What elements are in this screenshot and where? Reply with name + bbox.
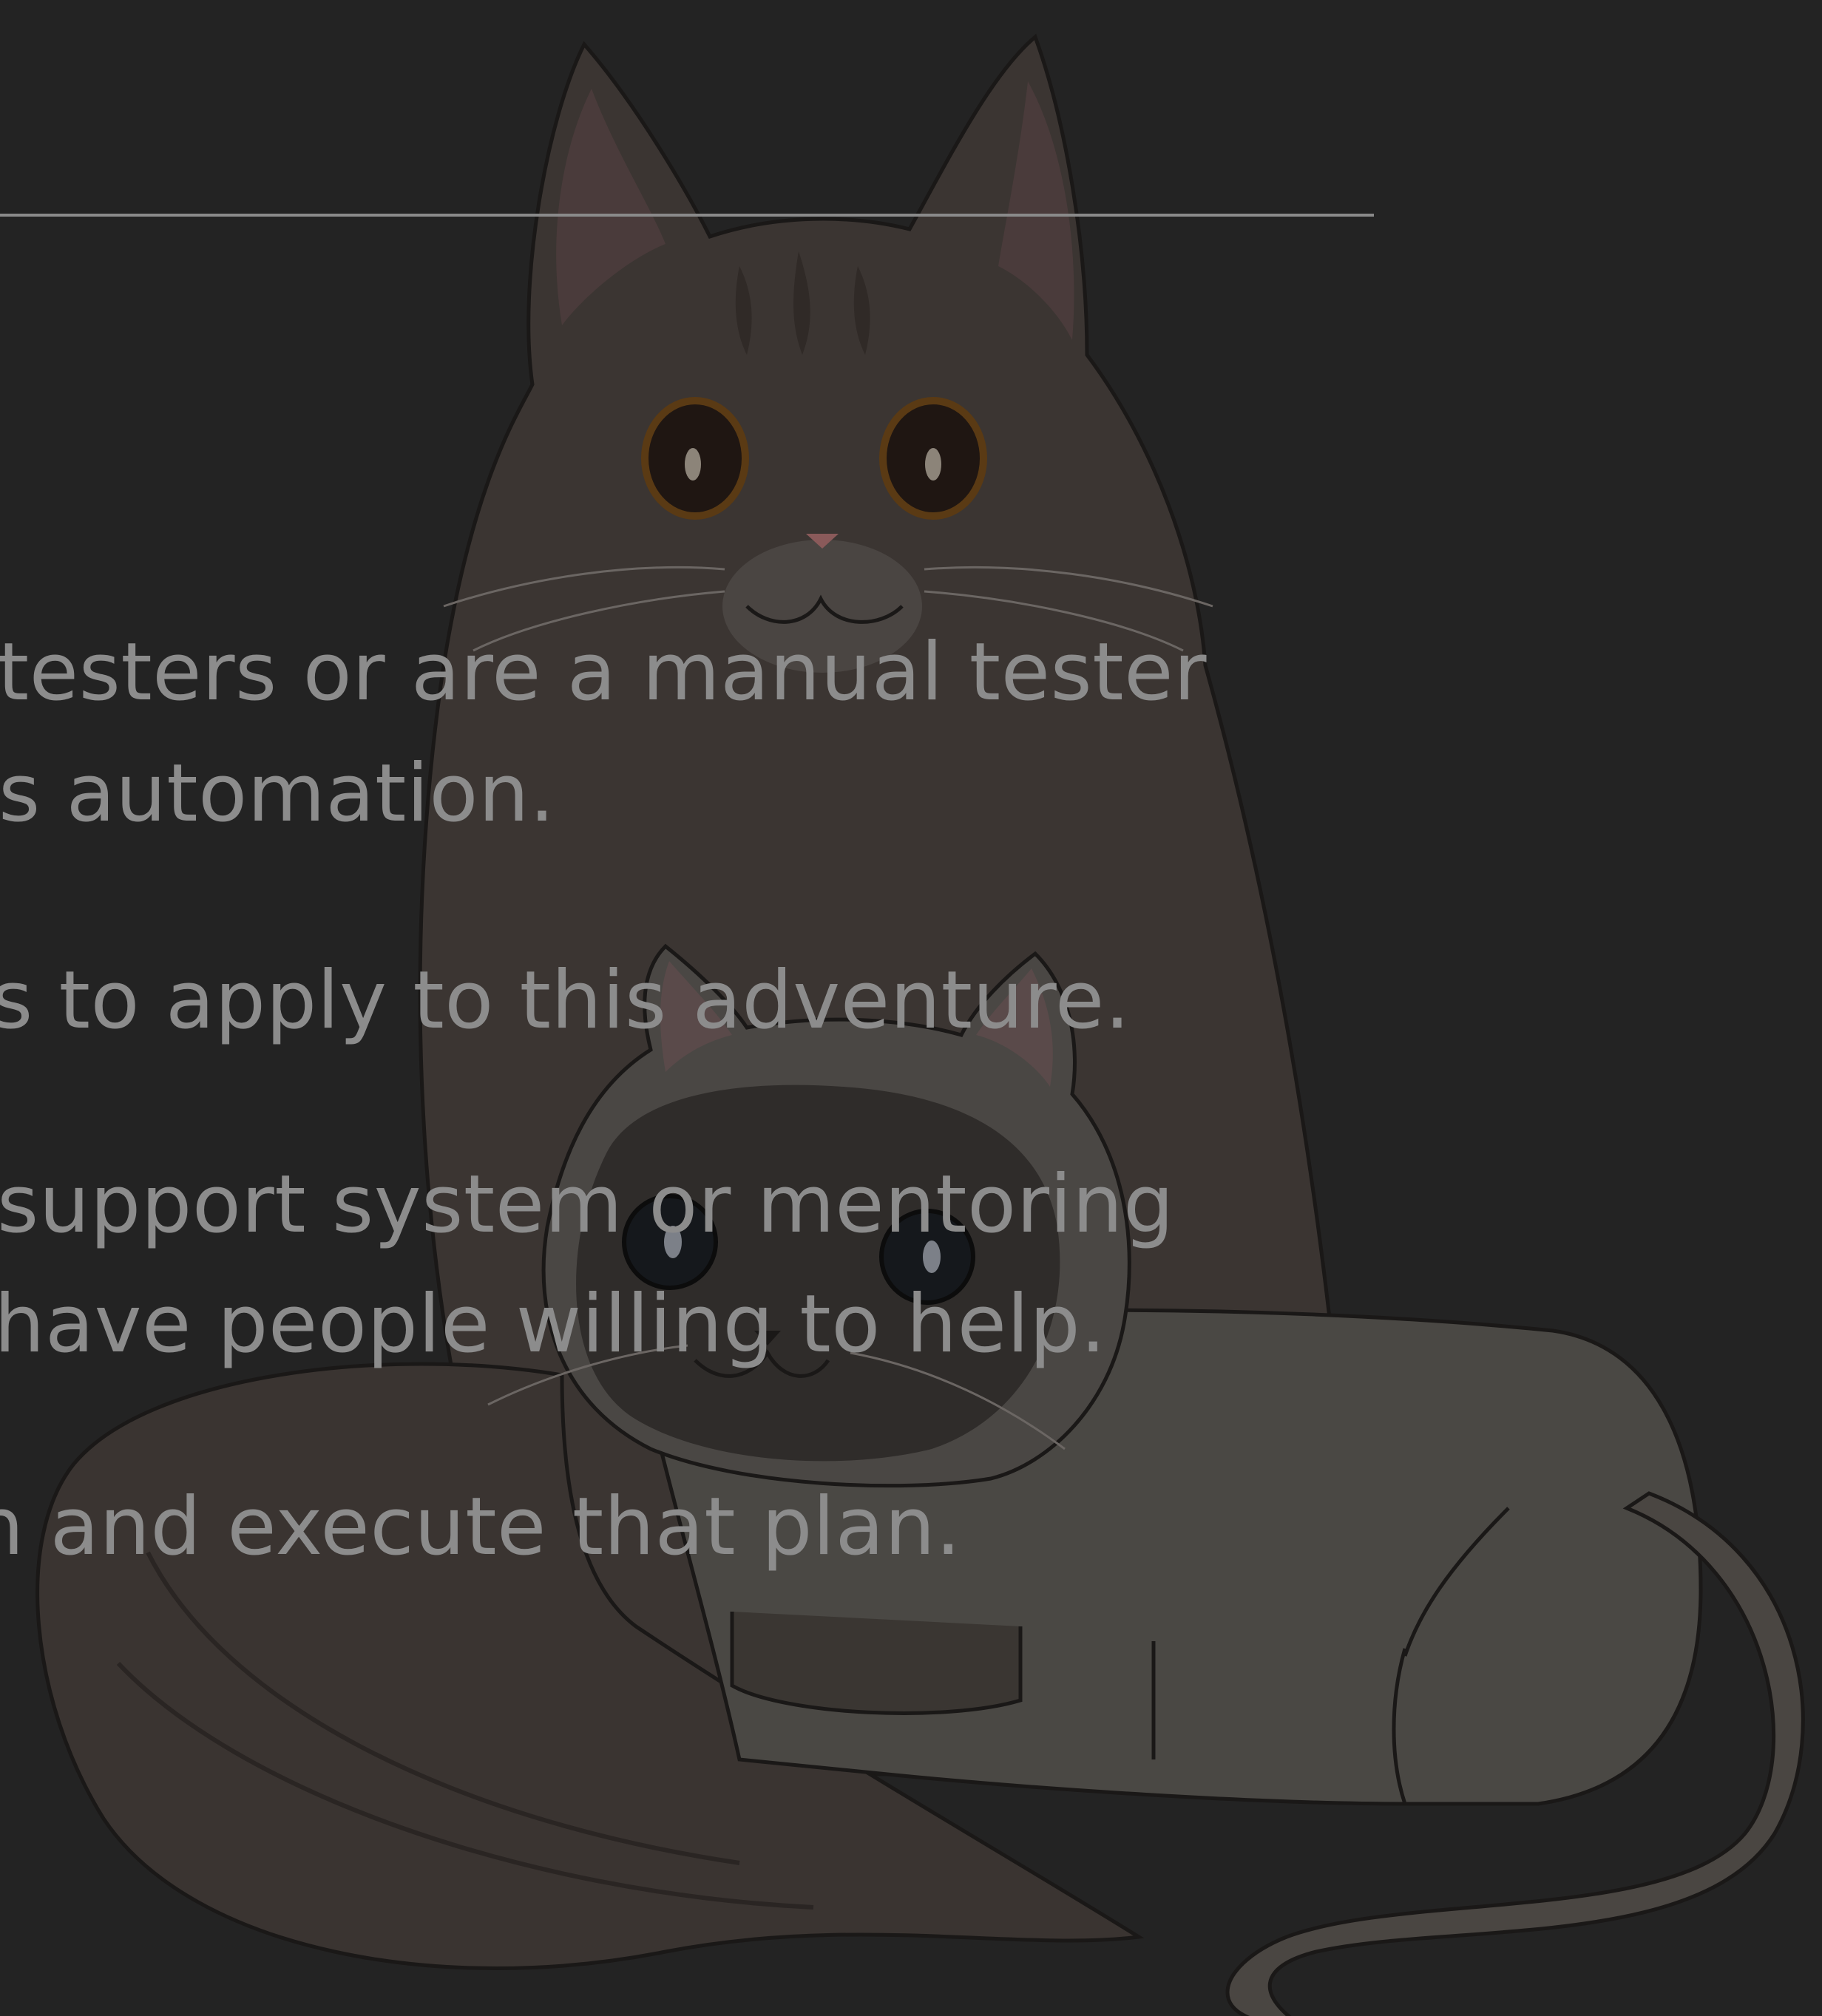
body-text-line: n and execute that plan.: [0, 1481, 962, 1573]
body-text-line: s to apply to this adventure.: [0, 954, 1131, 1047]
body-text-line: have people willing to help.: [0, 1278, 1106, 1371]
title-underline: [0, 214, 1374, 217]
body-text-line: testers or are a manual tester: [0, 626, 1207, 719]
slide: testers or are a manual tester s automat…: [0, 0, 1822, 2016]
body-text-line: s automation.: [0, 747, 555, 840]
body-text-line: support system or mentoring: [0, 1158, 1174, 1251]
